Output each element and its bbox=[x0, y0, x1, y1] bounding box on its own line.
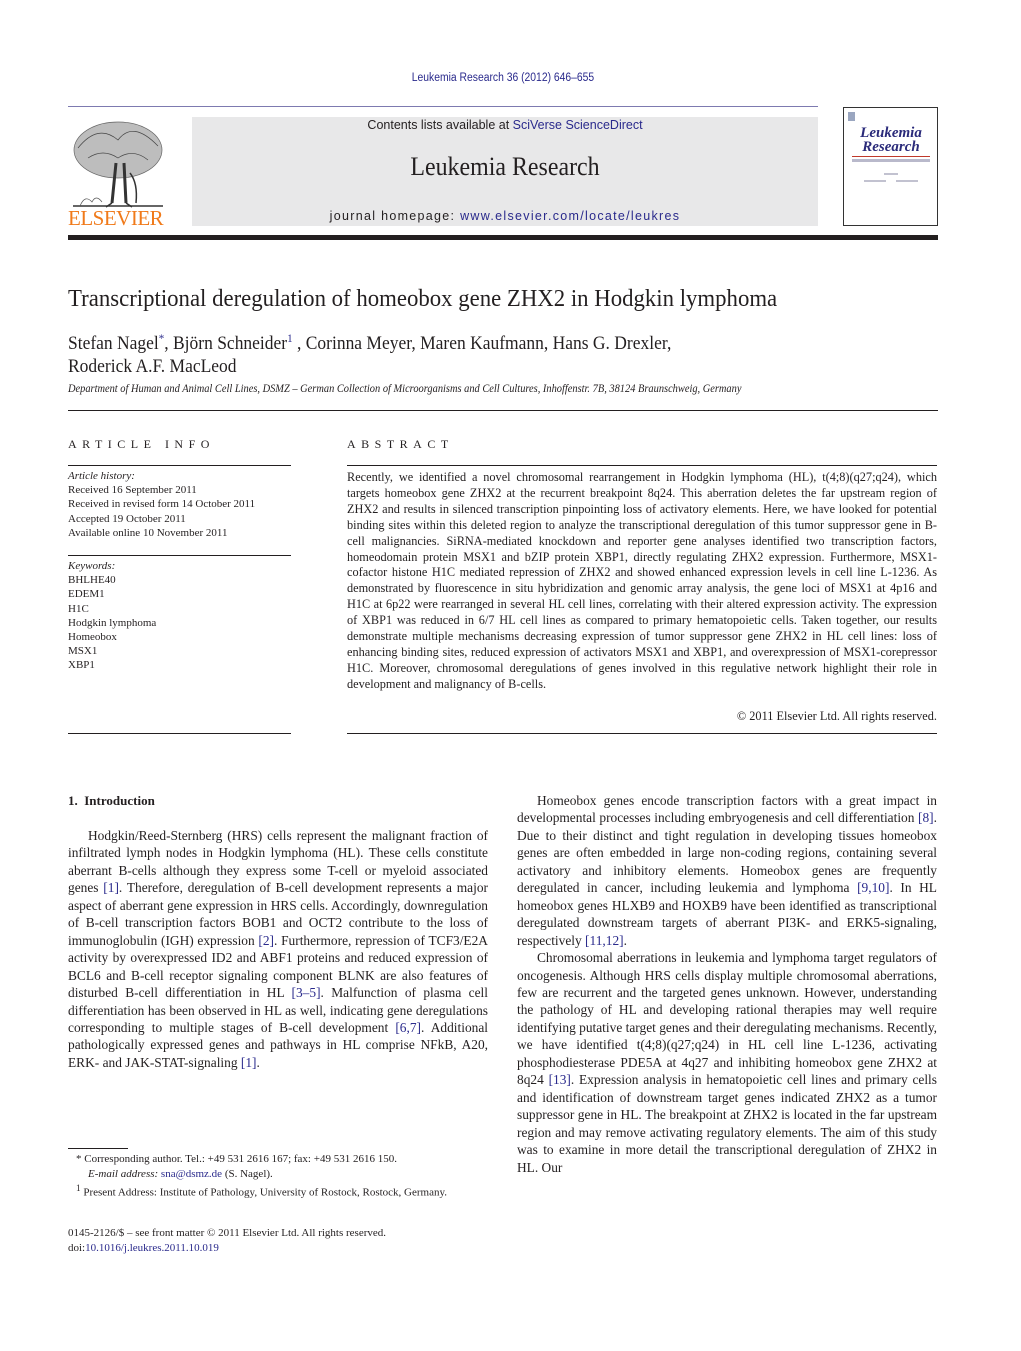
abstract-text: Recently, we identified a novel chromoso… bbox=[347, 470, 937, 691]
citation-link[interactable]: [3–5] bbox=[292, 985, 321, 1000]
keyword: Homeobox bbox=[68, 631, 117, 644]
affiliation-rule bbox=[68, 410, 938, 411]
affiliation: Department of Human and Animal Cell Line… bbox=[68, 383, 742, 395]
abstract-rule bbox=[347, 465, 937, 466]
author-name: Stefan Nagel bbox=[68, 333, 159, 354]
homepage-prefix: journal homepage: bbox=[329, 209, 461, 223]
history-item: Accepted 19 October 2011 bbox=[68, 512, 186, 525]
present-address-note: 1 Present Address: Institute of Patholog… bbox=[68, 1181, 488, 1200]
email-suffix: (S. Nagel). bbox=[224, 1167, 273, 1180]
citation-link[interactable]: [13] bbox=[549, 1072, 571, 1087]
author-mark[interactable]: 1 bbox=[287, 331, 293, 345]
body-column-right: Homeobox genes encode transcription fact… bbox=[517, 792, 937, 1176]
citation-link[interactable]: [8] bbox=[918, 810, 934, 825]
corresponding-author-note: * Corresponding author. Tel.: +49 531 26… bbox=[68, 1152, 488, 1167]
author-list: Stefan Nagel*, Björn Schneider1 , Corinn… bbox=[68, 331, 672, 377]
keyword: Hodgkin lymphoma bbox=[68, 616, 157, 629]
doi-line: doi:10.1016/j.leukres.2011.10.019 bbox=[68, 1241, 488, 1256]
email-link[interactable]: sna@dsmz.de bbox=[161, 1168, 222, 1180]
author-name: Björn Schneider bbox=[173, 333, 288, 354]
footnotes: * Corresponding author. Tel.: +49 531 26… bbox=[68, 1152, 488, 1200]
cover-editor-1 bbox=[864, 180, 886, 182]
issn-line: 0145-2126/$ – see front matter © 2011 El… bbox=[68, 1227, 387, 1239]
cover-rule bbox=[852, 156, 930, 157]
author-name: Hans G. Drexler bbox=[552, 333, 667, 354]
cover-title-line1: Leukemia bbox=[860, 125, 922, 141]
article-info-rule bbox=[68, 465, 291, 466]
history-item: Available online 10 November 2011 bbox=[68, 526, 228, 539]
abstract-bottom-rule bbox=[347, 733, 937, 734]
doi-link[interactable]: 10.1016/j.leukres.2011.10.019 bbox=[85, 1242, 219, 1254]
intro-paragraph-1: Hodgkin/Reed-Sternberg (HRS) cells repre… bbox=[68, 828, 488, 1070]
introduction-heading: 1. Introduction bbox=[68, 793, 155, 808]
homepage-link[interactable]: www.elsevier.com/locate/leukres bbox=[460, 209, 680, 223]
cover-editors-label bbox=[884, 173, 898, 175]
citation-link[interactable]: [11,12] bbox=[585, 933, 624, 948]
history-item: Received in revised form 14 October 2011 bbox=[68, 498, 256, 511]
history-item: Received 16 September 2011 bbox=[68, 484, 197, 497]
present-text: Present Address: Institute of Pathology,… bbox=[83, 1186, 447, 1199]
article-info-heading: ARTICLE INFO bbox=[68, 437, 215, 451]
cover-logo-icon bbox=[848, 112, 855, 121]
keyword: EDEM1 bbox=[68, 588, 105, 601]
history-label: Article history: bbox=[68, 470, 135, 482]
keywords-rule bbox=[68, 555, 291, 556]
footnote-rule bbox=[68, 1148, 128, 1149]
corresponding-text: Corresponding author. Tel.: +49 531 2616… bbox=[84, 1153, 397, 1165]
author-name: Corinna Meyer bbox=[305, 333, 412, 354]
intro-paragraph-3: Chromosomal aberrations in leukemia and … bbox=[517, 950, 937, 1175]
header-rule bbox=[68, 106, 818, 107]
citation-link[interactable]: [1] bbox=[103, 880, 119, 895]
email-label: E-mail address: bbox=[88, 1167, 159, 1180]
cover-title-line2: Research bbox=[862, 139, 920, 155]
citation-link[interactable]: [9,10] bbox=[857, 880, 889, 895]
abstract-heading: ABSTRACT bbox=[347, 437, 454, 451]
cover-editor-2 bbox=[896, 180, 918, 182]
article-history: Article history: Received 16 September 2… bbox=[68, 469, 291, 540]
author-name: Maren Kaufmann bbox=[420, 333, 544, 354]
keywords: Keywords: BHLHE40 EDEM1 H1C Hodgkin lymp… bbox=[68, 559, 291, 673]
cover-subtitle bbox=[852, 159, 930, 162]
footnote-mark: * bbox=[76, 1153, 82, 1165]
journal-citation[interactable]: Leukemia Research 36 (2012) 646–655 bbox=[50, 72, 955, 84]
keyword: XBP1 bbox=[68, 659, 95, 672]
keyword: BHLHE40 bbox=[68, 574, 116, 587]
keywords-label: Keywords: bbox=[68, 560, 116, 572]
keyword: MSX1 bbox=[68, 645, 98, 658]
abstract-copyright: © 2011 Elsevier Ltd. All rights reserved… bbox=[736, 709, 937, 723]
journal-cover-thumbnail[interactable]: Leukemia Research bbox=[843, 107, 938, 226]
citation-link[interactable]: [6,7] bbox=[395, 1020, 421, 1035]
keyword: H1C bbox=[68, 602, 89, 615]
homepage-line: journal homepage: www.elsevier.com/locat… bbox=[192, 209, 818, 223]
contents-prefix: Contents lists available at bbox=[367, 118, 513, 132]
article-info-bottom-rule bbox=[68, 733, 291, 734]
body-column-left: Hodgkin/Reed-Sternberg (HRS) cells repre… bbox=[68, 827, 488, 1071]
intro-paragraph-2: Homeobox genes encode transcription fact… bbox=[517, 793, 937, 948]
article-title: Transcriptional deregulation of homeobox… bbox=[68, 285, 778, 312]
citation-link[interactable]: [1] bbox=[241, 1055, 257, 1070]
elsevier-wordmark[interactable]: ELSEVIER bbox=[68, 206, 170, 231]
sciencedirect-link[interactable]: SciVerse ScienceDirect bbox=[513, 118, 643, 132]
header-thick-rule bbox=[68, 235, 938, 240]
author-mark[interactable]: * bbox=[159, 331, 165, 345]
citation-link[interactable]: [2] bbox=[258, 933, 274, 948]
footnote-mark: 1 bbox=[76, 1183, 81, 1193]
contents-line: Contents lists available at SciVerse Sci… bbox=[192, 118, 818, 132]
email-note: E-mail address: sna@dsmz.de (S. Nagel). bbox=[68, 1167, 488, 1182]
doi-prefix: doi: bbox=[68, 1241, 86, 1254]
front-matter: 0145-2126/$ – see front matter © 2011 El… bbox=[68, 1226, 488, 1255]
author-name: Roderick A.F. MacLeod bbox=[68, 356, 237, 377]
journal-name: Leukemia Research bbox=[410, 152, 600, 181]
